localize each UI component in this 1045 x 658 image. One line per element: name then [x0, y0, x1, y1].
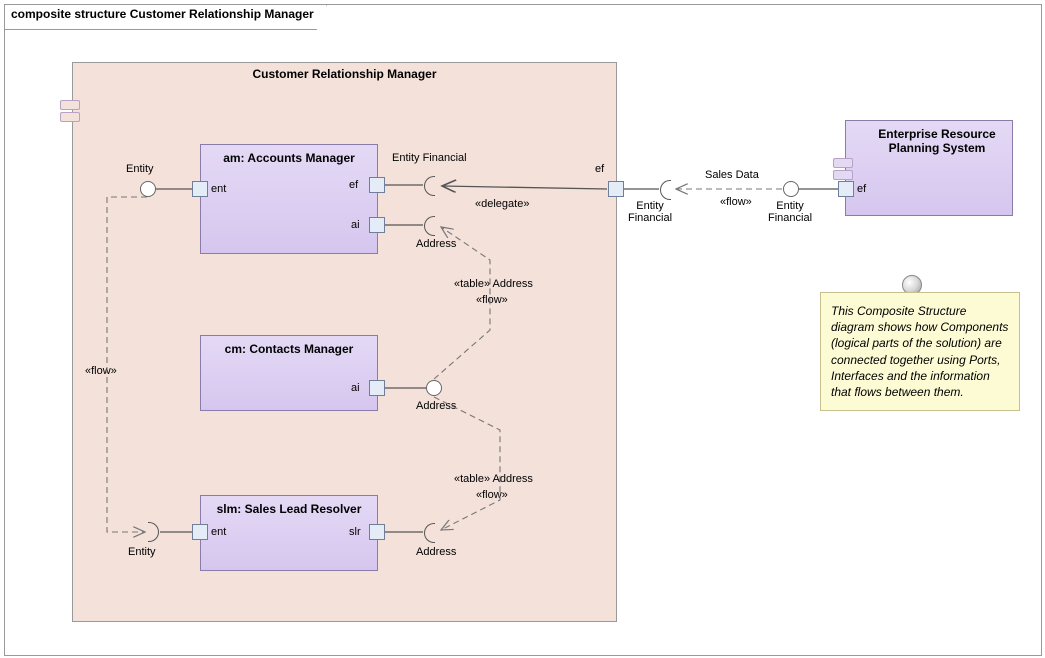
component-accounts-manager[interactable]: am: Accounts Manager — [200, 144, 378, 254]
port-slm-slr-label: slr — [349, 526, 361, 538]
port-am-ai[interactable] — [369, 217, 385, 233]
interface-ef-crm-label: Entity Financial — [628, 200, 672, 224]
component-sales-lead-resolver-title: slm: Sales Lead Resolver — [201, 496, 377, 516]
component-erp[interactable]: Enterprise Resource Planning System — [845, 120, 1013, 216]
delegate-label: «delegate» — [475, 198, 529, 210]
interface-ef-erp-label: Entity Financial — [768, 200, 812, 224]
table-address-label-2: «table» Address — [454, 473, 533, 485]
interface-entity-label: Entity — [126, 163, 154, 175]
port-crm-ef[interactable] — [608, 181, 624, 197]
port-erp-ef[interactable] — [838, 181, 854, 197]
flow-label-sales: «flow» — [720, 196, 752, 208]
diagram-canvas: composite structure Customer Relationshi… — [0, 0, 1045, 658]
component-contacts-manager-title: cm: Contacts Manager — [201, 336, 377, 356]
flow-label-left: «flow» — [85, 365, 117, 377]
port-am-ent[interactable] — [192, 181, 208, 197]
diagram-frame-title: composite structure Customer Relationshi… — [5, 5, 327, 30]
port-cm-ai[interactable] — [369, 380, 385, 396]
flow-label-addr1: «flow» — [476, 294, 508, 306]
port-slm-slr[interactable] — [369, 524, 385, 540]
port-cm-ai-label: ai — [351, 382, 360, 394]
port-am-ef-label: ef — [349, 179, 358, 191]
port-erp-ef-label: ef — [857, 183, 866, 195]
component-erp-title: Enterprise Resource Planning System — [846, 121, 1028, 155]
diagram-note-text: This Composite Structure diagram shows h… — [831, 304, 1008, 399]
interface-address-ball-cm — [426, 380, 442, 396]
flow-label-addr2: «flow» — [476, 489, 508, 501]
diagram-note: This Composite Structure diagram shows h… — [820, 292, 1020, 411]
component-crm-title: Customer Relationship Manager — [73, 63, 616, 81]
table-address-label-1: «table» Address — [454, 278, 533, 290]
interface-address-slm-label: Address — [416, 546, 456, 558]
sales-data-label: Sales Data — [705, 169, 759, 181]
interface-ef-ball-erp — [783, 181, 799, 197]
port-am-ai-label: ai — [351, 219, 360, 231]
component-icon — [60, 100, 80, 126]
port-am-ef[interactable] — [369, 177, 385, 193]
port-slm-ent-label: ent — [211, 526, 226, 538]
port-am-ent-label: ent — [211, 183, 226, 195]
component-accounts-manager-title: am: Accounts Manager — [201, 145, 377, 165]
interface-address-am-label: Address — [416, 238, 456, 250]
interface-entity-bottom-label: Entity — [128, 546, 156, 558]
interface-entity-ball — [140, 181, 156, 197]
component-contacts-manager[interactable]: cm: Contacts Manager — [200, 335, 378, 411]
port-slm-ent[interactable] — [192, 524, 208, 540]
interface-ef-am-label: Entity Financial — [392, 152, 467, 164]
port-crm-ef-label: ef — [595, 163, 604, 175]
interface-address-cm-label: Address — [416, 400, 456, 412]
